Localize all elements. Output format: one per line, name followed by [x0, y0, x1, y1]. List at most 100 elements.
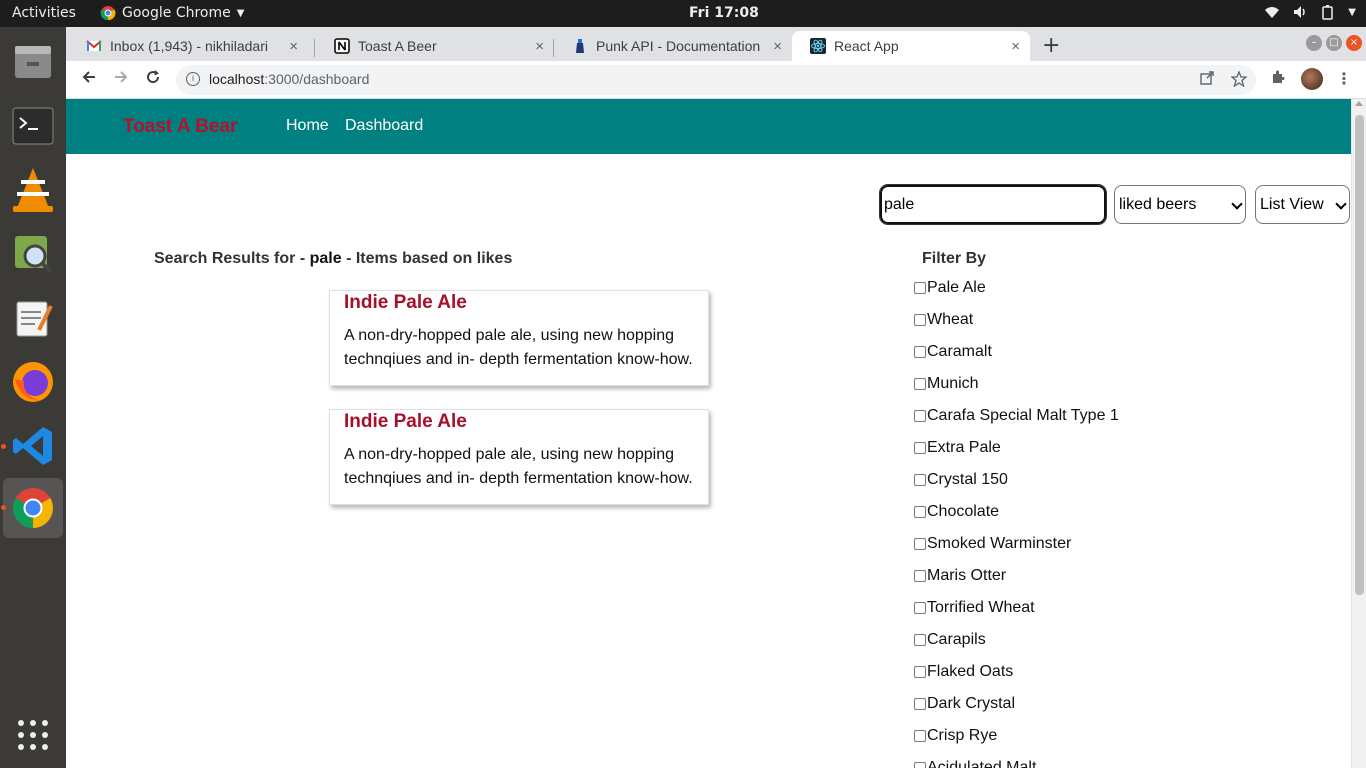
- dock-chrome[interactable]: [3, 478, 63, 538]
- filter-label[interactable]: Wheat: [927, 311, 973, 329]
- close-icon[interactable]: ×: [773, 38, 782, 55]
- dock-image-viewer[interactable]: [3, 224, 63, 284]
- filter-label[interactable]: Carafa Special Malt Type 1: [927, 407, 1119, 425]
- filter-option[interactable]: Extra Pale: [914, 439, 1119, 471]
- maximize-button[interactable]: □: [1326, 35, 1342, 51]
- filter-checkbox[interactable]: [914, 442, 926, 454]
- filter-option[interactable]: Smoked Warminster: [914, 535, 1119, 567]
- nav-home-link[interactable]: Home: [286, 117, 329, 135]
- filter-option[interactable]: Carapils: [914, 631, 1119, 663]
- activities-button[interactable]: Activities: [12, 5, 76, 21]
- tab-toast-a-beer[interactable]: Toast A Beer ×: [316, 31, 554, 61]
- scroll-thumb[interactable]: [1355, 115, 1364, 595]
- minimize-button[interactable]: –: [1306, 35, 1322, 51]
- chrome-icon: [13, 488, 53, 528]
- filter-checkbox[interactable]: [914, 378, 926, 390]
- filter-option[interactable]: Carafa Special Malt Type 1: [914, 407, 1119, 439]
- filter-checkbox[interactable]: [914, 602, 926, 614]
- filter-option[interactable]: Pale Ale: [914, 279, 1119, 311]
- filter-label[interactable]: Chocolate: [927, 503, 999, 521]
- filter-label[interactable]: Acidulated Malt: [927, 759, 1036, 768]
- tab-punk-api[interactable]: Punk API - Documentation ×: [554, 31, 792, 61]
- filter-checkbox[interactable]: [914, 570, 926, 582]
- filter-option[interactable]: Chocolate: [914, 503, 1119, 535]
- filter-checkbox[interactable]: [914, 698, 926, 710]
- filter-option[interactable]: Acidulated Malt: [914, 759, 1119, 768]
- filter-option[interactable]: Dark Crystal: [914, 695, 1119, 727]
- filter-option[interactable]: Flaked Oats: [914, 663, 1119, 695]
- profile-avatar[interactable]: [1301, 68, 1323, 90]
- sort-select[interactable]: liked beers: [1114, 185, 1246, 224]
- filter-label[interactable]: Maris Otter: [927, 567, 1006, 585]
- filter-checkbox[interactable]: [914, 538, 926, 550]
- info-icon[interactable]: i: [186, 72, 200, 86]
- dock-files[interactable]: [3, 32, 63, 92]
- filter-label[interactable]: Caramalt: [927, 343, 992, 361]
- filter-label[interactable]: Extra Pale: [927, 439, 1001, 457]
- vscode-icon: [13, 427, 52, 465]
- clock[interactable]: Fri 17:08: [689, 5, 759, 21]
- filter-label[interactable]: Crisp Rye: [927, 727, 997, 745]
- filter-checkbox[interactable]: [914, 314, 926, 326]
- filter-label[interactable]: Smoked Warminster: [927, 535, 1071, 553]
- filter-checkbox[interactable]: [914, 506, 926, 518]
- results-suffix: - Items based on likes: [341, 250, 513, 267]
- close-icon[interactable]: ×: [289, 38, 298, 55]
- react-icon: [810, 38, 826, 54]
- filter-label[interactable]: Flaked Oats: [927, 663, 1013, 681]
- filter-checkbox[interactable]: [914, 730, 926, 742]
- beer-card[interactable]: Indie Pale Ale A non-dry-hopped pale ale…: [329, 409, 709, 505]
- filter-option[interactable]: Wheat: [914, 311, 1119, 343]
- dock-vscode[interactable]: [3, 416, 63, 476]
- filter-checkbox[interactable]: [914, 474, 926, 486]
- close-icon[interactable]: ×: [1011, 38, 1020, 55]
- filter-option[interactable]: Maris Otter: [914, 567, 1119, 599]
- system-tray[interactable]: ▼: [1264, 4, 1356, 20]
- search-input[interactable]: [879, 184, 1107, 225]
- filter-label[interactable]: Carapils: [927, 631, 986, 649]
- more-menu-icon[interactable]: ⋮: [1336, 69, 1352, 88]
- close-window-button[interactable]: ×: [1346, 35, 1362, 51]
- dock-show-apps[interactable]: [3, 705, 63, 765]
- filter-option[interactable]: Torrified Wheat: [914, 599, 1119, 631]
- filter-checkbox[interactable]: [914, 346, 926, 358]
- tab-react-app[interactable]: React App ×: [792, 31, 1030, 61]
- page-scrollbar[interactable]: [1351, 99, 1366, 768]
- nav-dashboard-link[interactable]: Dashboard: [345, 117, 423, 135]
- filter-label[interactable]: Pale Ale: [927, 279, 986, 297]
- dock-text-editor[interactable]: [3, 288, 63, 348]
- filter-label[interactable]: Crystal 150: [927, 471, 1008, 489]
- extensions-icon[interactable]: [1270, 69, 1286, 89]
- brand-logo[interactable]: Toast A Bear: [123, 116, 237, 138]
- back-button[interactable]: [78, 69, 100, 91]
- battery-icon: [1322, 5, 1334, 20]
- view-select[interactable]: List View: [1255, 185, 1350, 224]
- dock-terminal[interactable]: [3, 96, 63, 156]
- filter-label[interactable]: Munich: [927, 375, 979, 393]
- forward-button[interactable]: [110, 69, 132, 91]
- dock-firefox[interactable]: [3, 352, 63, 412]
- filter-checkbox[interactable]: [914, 762, 926, 768]
- filter-option[interactable]: Caramalt: [914, 343, 1119, 375]
- browser-window: Inbox (1,943) - nikhiladari × Toast A Be…: [66, 27, 1366, 768]
- dock-vlc[interactable]: [3, 160, 63, 220]
- filter-label[interactable]: Torrified Wheat: [927, 599, 1035, 617]
- open-in-app-icon[interactable]: [1200, 71, 1214, 89]
- address-bar[interactable]: i localhost:3000/dashboard: [176, 65, 1256, 95]
- filter-checkbox[interactable]: [914, 634, 926, 646]
- filter-option[interactable]: Crystal 150: [914, 471, 1119, 503]
- new-tab-button[interactable]: +: [1042, 33, 1060, 58]
- filter-checkbox[interactable]: [914, 282, 926, 294]
- bookmark-star-icon[interactable]: [1230, 70, 1248, 91]
- tab-gmail[interactable]: Inbox (1,943) - nikhiladari ×: [68, 31, 308, 61]
- scroll-up-icon[interactable]: [1355, 101, 1363, 106]
- filter-option[interactable]: Crisp Rye: [914, 727, 1119, 759]
- filter-checkbox[interactable]: [914, 410, 926, 422]
- filter-label[interactable]: Dark Crystal: [927, 695, 1015, 713]
- filter-checkbox[interactable]: [914, 666, 926, 678]
- filter-option[interactable]: Munich: [914, 375, 1119, 407]
- reload-button[interactable]: [142, 69, 164, 91]
- close-icon[interactable]: ×: [535, 38, 544, 55]
- beer-card[interactable]: Indie Pale Ale A non-dry-hopped pale ale…: [329, 290, 709, 386]
- app-menu[interactable]: Google Chrome ▼: [100, 5, 244, 21]
